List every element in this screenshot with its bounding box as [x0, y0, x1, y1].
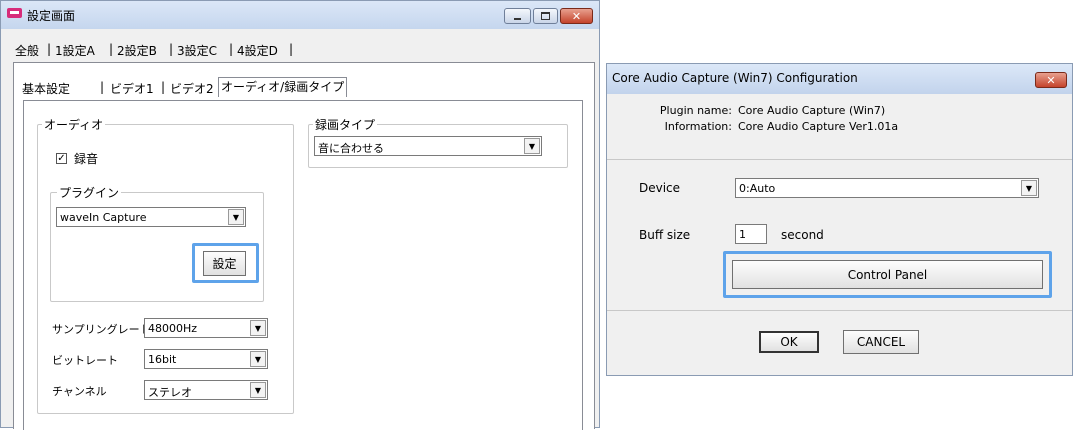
audio-group: オーディオ ✓ 録音 プラグイン waveIn Capture ▼ 設定 サンプ…	[37, 116, 294, 414]
close-icon: ✕	[1046, 73, 1056, 87]
tab-settings-d[interactable]: 4設定D	[237, 42, 278, 59]
control-panel-highlight: Control Panel	[723, 251, 1052, 298]
divider	[607, 310, 1072, 311]
maximize-icon	[541, 12, 550, 20]
tab-settings-b[interactable]: 2設定B	[117, 42, 157, 59]
main-tab-strip: 全般 | 1設定A | 2設定B | 3設定C | 4設定D |	[15, 42, 294, 59]
plugin-name-value: Core Audio Capture (Win7)	[738, 104, 886, 117]
control-panel-button[interactable]: Control Panel	[732, 260, 1043, 289]
settings-window: 設定画面 ✕ 全般 | 1設定A | 2設定B | 3設定C | 4設定D | …	[0, 0, 600, 430]
close-icon: ✕	[571, 9, 582, 23]
plugin-group: プラグイン waveIn Capture ▼ 設定	[50, 184, 264, 302]
tab-video2[interactable]: ビデオ2	[170, 80, 214, 97]
record-checkbox-label: 録音	[74, 152, 99, 166]
plugin-select-value: waveIn Capture	[60, 211, 147, 224]
tab-video1[interactable]: ビデオ1	[110, 80, 154, 97]
tab-general[interactable]: 全般	[15, 42, 39, 59]
buff-size-input[interactable]: 1	[735, 224, 767, 244]
tab-audio-record-type[interactable]: オーディオ/録画タイプ	[218, 77, 348, 97]
plugin-name-label: Plugin name:	[659, 104, 732, 117]
tab-settings-a[interactable]: 1設定A	[55, 42, 95, 59]
record-type-group-label: 録画タイプ	[313, 116, 378, 133]
bitrate-label: ビットレート	[52, 354, 118, 367]
dropdown-arrow-icon: ▼	[250, 382, 266, 398]
record-type-select[interactable]: 音に合わせる ▼	[314, 136, 542, 156]
config-titlebar[interactable]: Core Audio Capture (Win7) Configuration …	[607, 64, 1072, 94]
main-tab-page: 基本設定 | ビデオ1 | ビデオ2 オーディオ/録画タイプ オーディオ ✓ 録…	[13, 62, 595, 430]
dropdown-arrow-icon: ▼	[228, 209, 244, 225]
sub-tab-strip: 基本設定 | ビデオ1 | ビデオ2 オーディオ/録画タイプ	[22, 77, 372, 98]
dropdown-arrow-icon: ▼	[1021, 180, 1037, 196]
buff-size-value: 1	[739, 228, 746, 241]
information-label: Information:	[664, 120, 732, 133]
dropdown-arrow-icon: ▼	[250, 320, 266, 336]
buff-size-unit: second	[781, 228, 824, 242]
settings-button-highlight: 設定	[192, 243, 259, 283]
bitrate-value: 16bit	[148, 353, 177, 366]
channel-select[interactable]: ステレオ ▼	[144, 380, 268, 400]
buff-size-label: Buff size	[639, 228, 691, 242]
sampling-rate-label: サンプリングレート	[52, 323, 151, 336]
close-button[interactable]: ✕	[560, 8, 593, 24]
ok-button[interactable]: OK	[759, 331, 819, 353]
information-value: Core Audio Capture Ver1.01a	[738, 120, 899, 133]
config-dialog: Core Audio Capture (Win7) Configuration …	[606, 63, 1073, 376]
maximize-button[interactable]	[533, 8, 558, 24]
record-type-value: 音に合わせる	[318, 142, 384, 155]
config-close-button[interactable]: ✕	[1035, 72, 1067, 88]
record-checkbox[interactable]: ✓	[56, 153, 67, 164]
audio-tab-page: オーディオ ✓ 録音 プラグイン waveIn Capture ▼ 設定 サンプ…	[23, 100, 583, 430]
channel-label: チャンネル	[52, 385, 107, 398]
device-value: 0:Auto	[739, 182, 776, 195]
bitrate-select[interactable]: 16bit ▼	[144, 349, 268, 369]
dropdown-arrow-icon: ▼	[524, 138, 540, 154]
plugin-settings-button[interactable]: 設定	[203, 251, 246, 276]
dropdown-arrow-icon: ▼	[250, 351, 266, 367]
minimize-button[interactable]	[504, 8, 531, 24]
window-title: 設定画面	[27, 9, 76, 23]
minimize-icon	[514, 17, 521, 20]
record-type-group: 録画タイプ 音に合わせる ▼	[308, 116, 568, 168]
plugin-select[interactable]: waveIn Capture ▼	[56, 207, 246, 227]
divider	[607, 159, 1072, 160]
plugin-group-label: プラグイン	[57, 184, 122, 201]
device-select[interactable]: 0:Auto ▼	[735, 178, 1039, 198]
device-label: Device	[639, 181, 681, 195]
sampling-rate-value: 48000Hz	[148, 322, 198, 335]
channel-value: ステレオ	[148, 386, 192, 399]
tab-settings-c[interactable]: 3設定C	[177, 42, 217, 59]
audio-group-label: オーディオ	[42, 116, 106, 133]
tab-basic-settings[interactable]: 基本設定	[22, 80, 70, 97]
sampling-rate-select[interactable]: 48000Hz ▼	[144, 318, 268, 338]
config-dialog-title: Core Audio Capture (Win7) Configuration	[612, 71, 858, 85]
settings-titlebar[interactable]: 設定画面 ✕	[1, 1, 599, 29]
cancel-button[interactable]: CANCEL	[843, 330, 919, 354]
app-icon	[7, 8, 22, 18]
checkbox-checked-icon: ✓	[57, 153, 66, 164]
